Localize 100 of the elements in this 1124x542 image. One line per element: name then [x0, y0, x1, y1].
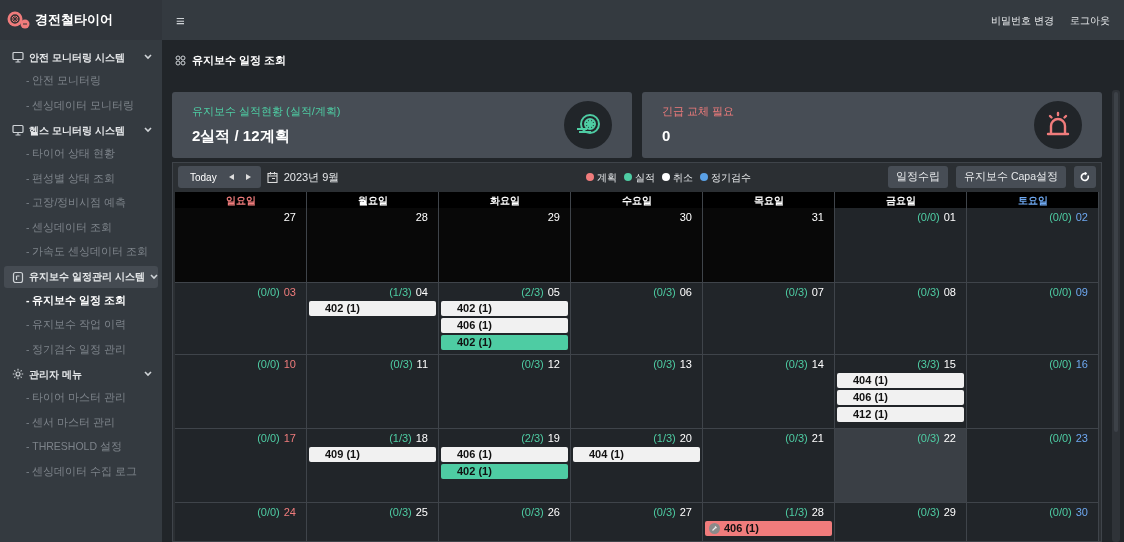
- calendar-day-cell[interactable]: (0/3) 14: [703, 355, 835, 429]
- calendar-day-cell[interactable]: (0/0) 17: [175, 429, 307, 503]
- next-arrow-icon[interactable]: [245, 174, 251, 180]
- calendar-day-cell[interactable]: (0/3) 12: [439, 355, 571, 429]
- topbar-link[interactable]: 로그아웃: [1070, 12, 1110, 28]
- calendar-day-cell[interactable]: (0/0) 02: [967, 208, 1099, 283]
- day-number: 08: [943, 286, 956, 299]
- day-number: 27: [283, 211, 296, 224]
- calendar-day-cell[interactable]: (0/0) 01: [835, 208, 967, 283]
- topbar-link[interactable]: 비밀번호 변경: [991, 12, 1054, 28]
- day-number: 02: [1075, 211, 1088, 224]
- calendar-day-cell[interactable]: (0/3) 22: [835, 429, 967, 503]
- schedule-event[interactable]: 402 (1): [441, 464, 568, 479]
- day-number: 19: [547, 432, 560, 445]
- toolbar-button[interactable]: 일정수립: [887, 166, 948, 188]
- calendar-day-cell[interactable]: (3/3) 15 404 (1) 406 (1) 412 (1): [835, 355, 967, 429]
- plan-count: (0/3): [389, 506, 412, 519]
- day-number: 24: [283, 506, 296, 519]
- legend-label: 실적: [635, 170, 656, 185]
- plan-count: (2/3): [521, 432, 544, 445]
- plan-count: (0/0): [257, 286, 280, 299]
- schedule-event[interactable]: 412 (1): [837, 407, 964, 422]
- refresh-icon: [1080, 172, 1090, 182]
- schedule-event[interactable]: 406 (1): [705, 521, 832, 536]
- day-number: 05: [547, 286, 560, 299]
- calendar-day-cell[interactable]: (0/3) 07: [703, 283, 835, 355]
- calendar-day-cell[interactable]: (2/3) 19 406 (1) 402 (1): [439, 429, 571, 503]
- schedule-event[interactable]: 402 (1): [441, 301, 568, 316]
- calendar-day-cell[interactable]: (1/3) 20 404 (1): [571, 429, 703, 503]
- calendar-day-cell[interactable]: (0/0) 24: [175, 503, 307, 541]
- tire-icon: [564, 101, 612, 149]
- grid-icon: [175, 54, 186, 66]
- calendar-day-cell[interactable]: (0/0) 16: [967, 355, 1099, 429]
- schedule-event[interactable]: 406 (1): [837, 390, 964, 405]
- plan-count: (1/3): [653, 432, 676, 445]
- calendar-day-cell[interactable]: (0/3) 08: [835, 283, 967, 355]
- plan-count: (0/0): [1049, 432, 1072, 445]
- sidebar-section[interactable]: 안전 모니터링 시스템: [4, 46, 158, 68]
- calendar-day-cell[interactable]: (1/3) 28 406 (1): [703, 503, 835, 541]
- calendar-icon: [266, 171, 278, 183]
- calendar-day-cell[interactable]: (0/3) 06: [571, 283, 703, 355]
- toolbar-button[interactable]: 유지보수 Capa설정: [955, 166, 1066, 188]
- plan-count: (3/3): [917, 358, 940, 371]
- day-number: 16: [1075, 358, 1088, 371]
- schedule-event[interactable]: 406 (1): [441, 318, 568, 333]
- previous-arrow-icon[interactable]: [228, 174, 234, 180]
- calendar-day-cell[interactable]: (0/0) 30: [967, 503, 1099, 541]
- calendar-day-cell[interactable]: (0/3) 25: [307, 503, 439, 541]
- legend-label: 계획: [597, 170, 618, 185]
- today-button[interactable]: Today: [190, 169, 217, 185]
- day-number: 14: [811, 358, 824, 371]
- day-number: 29: [943, 506, 956, 519]
- schedule-event[interactable]: 409 (1): [309, 447, 436, 462]
- calendar-day-cell[interactable]: 28: [307, 208, 439, 283]
- plan-count: (1/3): [389, 286, 412, 299]
- day-number: 28: [811, 506, 824, 519]
- day-number: 28: [415, 211, 428, 224]
- calendar-day-cell[interactable]: (0/3) 21: [703, 429, 835, 503]
- calendar-day-cell[interactable]: 31: [703, 208, 835, 283]
- calendar-day-cell[interactable]: (0/3) 13: [571, 355, 703, 429]
- sidebar-section[interactable]: 유지보수 일정관리 시스템: [4, 265, 158, 288]
- calendar-day-cell[interactable]: (0/3) 27: [571, 503, 703, 541]
- schedule-event[interactable]: 402 (1): [441, 335, 568, 350]
- card-title: 유지보수 실적현황 (실적/계획): [192, 103, 341, 119]
- sidebar-section[interactable]: 헬스 모니터링 시스템: [4, 119, 158, 141]
- schedule-event[interactable]: 406 (1): [441, 447, 568, 462]
- plan-count: (0/3): [653, 286, 676, 299]
- scrollbar[interactable]: [1112, 90, 1120, 542]
- refresh-button[interactable]: [1074, 166, 1096, 188]
- calendar-day-cell[interactable]: (0/3) 26: [439, 503, 571, 541]
- monitor-icon: [12, 51, 24, 63]
- day-number: 18: [415, 432, 428, 445]
- plan-count: (0/3): [653, 358, 676, 371]
- calendar-day-cell[interactable]: (1/3) 18 409 (1): [307, 429, 439, 503]
- calendar-day-cell[interactable]: (1/3) 04 402 (1): [307, 283, 439, 355]
- schedule-event[interactable]: 404 (1): [573, 447, 700, 462]
- day-number: 21: [811, 432, 824, 445]
- calendar-day-cell[interactable]: 30: [571, 208, 703, 283]
- day-number: 07: [811, 286, 824, 299]
- calendar-day-cell[interactable]: (2/3) 05 402 (1) 406 (1) 402 (1): [439, 283, 571, 355]
- calendar-day-cell[interactable]: (0/0) 23: [967, 429, 1099, 503]
- menu-button[interactable]: ≡: [176, 12, 185, 28]
- sidebar-item[interactable]: - 유지보수 일정 조회: [4, 288, 158, 313]
- calendar-day-cell[interactable]: (0/0) 09: [967, 283, 1099, 355]
- day-number: 26: [547, 506, 560, 519]
- calendar-day-cell[interactable]: (0/0) 10: [175, 355, 307, 429]
- schedule-event[interactable]: 404 (1): [837, 373, 964, 388]
- calendar-day-cell[interactable]: (0/3) 11: [307, 355, 439, 429]
- legend-label: 취소: [673, 170, 694, 185]
- day-number: 27: [679, 506, 692, 519]
- calendar-day-cell[interactable]: 29: [439, 208, 571, 283]
- calendar-day-cell[interactable]: 27: [175, 208, 307, 283]
- schedule-event[interactable]: 402 (1): [309, 301, 436, 316]
- calendar-day-cell[interactable]: (0/3) 29: [835, 503, 967, 541]
- day-number: 01: [943, 211, 956, 224]
- day-number: 22: [943, 432, 956, 445]
- sidebar-section[interactable]: 관리자 메뉴: [4, 363, 158, 385]
- plan-count: (0/3): [785, 286, 808, 299]
- chevron-down-icon: [144, 371, 152, 377]
- calendar-day-cell[interactable]: (0/0) 03: [175, 283, 307, 355]
